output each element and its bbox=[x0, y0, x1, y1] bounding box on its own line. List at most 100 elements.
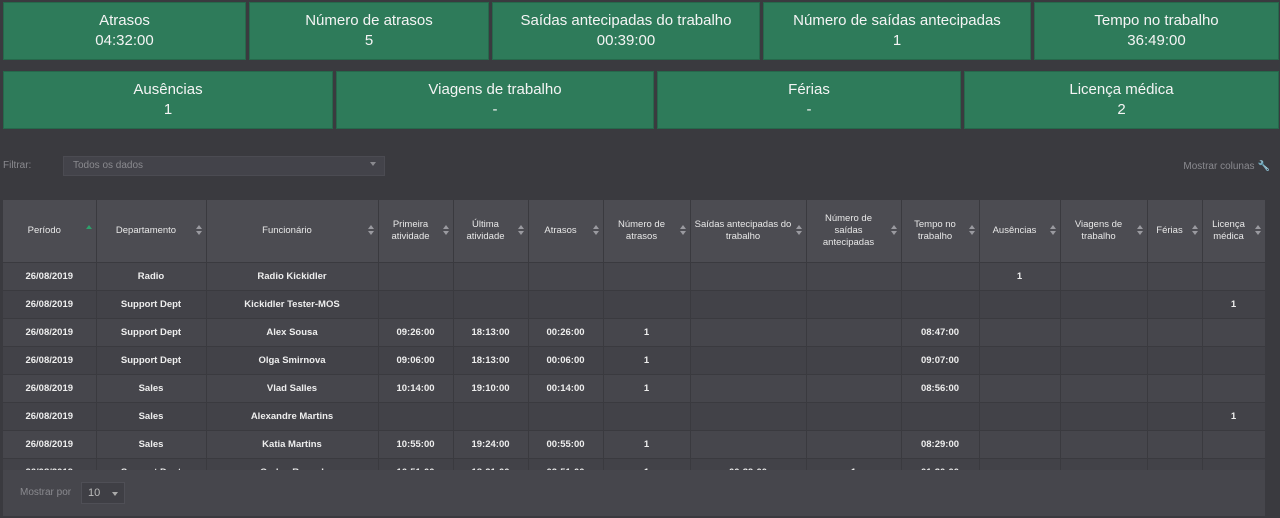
table-cell-time-at-work: 08:29:00 bbox=[901, 430, 980, 459]
table-cell-employee: Alexandre Martins bbox=[206, 402, 379, 431]
table-cell-time-at-work: 08:56:00 bbox=[901, 374, 980, 403]
table-cell-vacation bbox=[1147, 262, 1203, 291]
table-cell-first-activity bbox=[378, 262, 454, 291]
column-header-lateness[interactable]: Atrasos bbox=[528, 200, 604, 263]
table-row: 26/08/2019 Radio Radio Kickidler 1 bbox=[3, 262, 1266, 291]
table-cell-employee: Katia Martins bbox=[206, 430, 379, 459]
table-header-row: Período Departamento Funcionário Primeira a… bbox=[3, 200, 1266, 263]
column-header-employee[interactable]: Funcionário bbox=[206, 200, 379, 263]
table-cell-lateness-count: 1 bbox=[603, 374, 691, 403]
sort-icon bbox=[795, 225, 802, 237]
column-header-early-leave[interactable]: Saídas antecipadas do trabalho bbox=[690, 200, 807, 263]
column-header-department[interactable]: Departamento bbox=[96, 200, 207, 263]
wrench-icon: 🔧 bbox=[1257, 161, 1270, 172]
column-header-label: Tempo no trabalho bbox=[914, 219, 956, 242]
table-cell-absences: 1 bbox=[979, 262, 1061, 291]
table-cell-vacation bbox=[1147, 318, 1203, 347]
table-cell-lateness bbox=[528, 290, 604, 319]
table-cell-early-leave bbox=[690, 262, 807, 291]
table-body: 26/08/2019 Radio Radio Kickidler 1 26/08/201… bbox=[3, 262, 1266, 486]
column-header-early-leave-count[interactable]: Número de saídas antecipadas bbox=[806, 200, 902, 263]
table-cell-lateness-count bbox=[603, 262, 691, 291]
column-header-vacation[interactable]: Férias bbox=[1147, 200, 1203, 263]
table-cell-business-trips bbox=[1060, 346, 1148, 375]
sort-icon bbox=[195, 225, 202, 237]
card-value: 2 bbox=[1117, 101, 1126, 118]
table-cell-absences bbox=[979, 430, 1061, 459]
page-size-label: Mostrar por bbox=[20, 487, 72, 498]
column-header-period[interactable]: Período bbox=[3, 200, 97, 263]
sort-icon bbox=[1136, 225, 1143, 237]
table-cell-last-activity: 18:13:00 bbox=[453, 318, 529, 347]
table-cell-last-activity: 19:24:00 bbox=[453, 430, 529, 459]
table-cell-period: 26/08/2019 bbox=[3, 430, 97, 459]
column-header-absences[interactable]: Ausências bbox=[979, 200, 1061, 263]
sort-icon bbox=[1191, 225, 1198, 237]
summary-card-absences: Ausências 1 bbox=[3, 71, 333, 129]
sort-icon bbox=[679, 225, 686, 237]
card-label: Número de saídas antecipadas bbox=[793, 12, 1001, 29]
table-cell-sick-leave bbox=[1202, 346, 1266, 375]
table-cell-employee: Olga Smirnova bbox=[206, 346, 379, 375]
table-cell-early-leave-count bbox=[806, 346, 902, 375]
column-header-sick-leave[interactable]: Licença médica bbox=[1202, 200, 1266, 263]
table-cell-business-trips bbox=[1060, 430, 1148, 459]
scrollbar-track[interactable] bbox=[1265, 200, 1280, 518]
table-cell-time-at-work: 08:47:00 bbox=[901, 318, 980, 347]
table-cell-early-leave bbox=[690, 290, 807, 319]
table-cell-sick-leave: 1 bbox=[1202, 290, 1266, 319]
table-cell-department: Sales bbox=[96, 374, 207, 403]
page-size-select[interactable]: 10 bbox=[81, 482, 125, 504]
table-cell-period: 26/08/2019 bbox=[3, 374, 97, 403]
summary-card-sick-leave: Licença médica 2 bbox=[964, 71, 1279, 129]
table-cell-lateness-count: 1 bbox=[603, 346, 691, 375]
show-columns-button[interactable]: Mostrar colunas 🔧 bbox=[1183, 161, 1270, 172]
column-header-last-activity[interactable]: Última atividade bbox=[453, 200, 529, 263]
table-cell-early-leave-count bbox=[806, 374, 902, 403]
table-cell-absences bbox=[979, 346, 1061, 375]
column-header-business-trips[interactable]: Viagens de trabalho bbox=[1060, 200, 1148, 263]
card-label: Licença médica bbox=[1069, 81, 1174, 98]
table-cell-lateness bbox=[528, 262, 604, 291]
card-value: - bbox=[492, 101, 498, 118]
table-cell-lateness: 00:14:00 bbox=[528, 374, 604, 403]
table-cell-last-activity: 18:13:00 bbox=[453, 346, 529, 375]
table-cell-early-leave-count bbox=[806, 402, 902, 431]
table-cell-vacation bbox=[1147, 402, 1203, 431]
column-header-first-activity[interactable]: Primeira atividade bbox=[378, 200, 454, 263]
table-cell-first-activity: 10:55:00 bbox=[378, 430, 454, 459]
report-table: Período Departamento Funcionário Primeira a… bbox=[3, 200, 1266, 486]
column-header-lateness-count[interactable]: Número de atrasos bbox=[603, 200, 691, 263]
table-cell-last-activity bbox=[453, 402, 529, 431]
table-cell-period: 26/08/2019 bbox=[3, 402, 97, 431]
filter-select[interactable]: Todos os dados bbox=[63, 156, 385, 176]
table-cell-early-leave-count bbox=[806, 318, 902, 347]
table-cell-sick-leave bbox=[1202, 374, 1266, 403]
column-header-time-at-work[interactable]: Tempo no trabalho bbox=[901, 200, 980, 263]
table-row: 26/08/2019 Support Dept Olga Smirnova 09:06… bbox=[3, 346, 1266, 375]
table-cell-lateness-count bbox=[603, 402, 691, 431]
show-columns-label: Mostrar colunas bbox=[1183, 161, 1255, 172]
table-cell-business-trips bbox=[1060, 402, 1148, 431]
table-row: 26/08/2019 Sales Katia Martins 10:55:00 19:2… bbox=[3, 430, 1266, 459]
column-header-label: Número de atrasos bbox=[618, 219, 665, 242]
table-cell-lateness: 00:06:00 bbox=[528, 346, 604, 375]
table-cell-department: Radio bbox=[96, 262, 207, 291]
column-header-label: Número de saídas antecipadas bbox=[822, 213, 875, 248]
column-header-label: Viagens de trabalho bbox=[1074, 219, 1123, 242]
table-cell-first-activity: 09:26:00 bbox=[378, 318, 454, 347]
summary-card-time-at-work: Tempo no trabalho 36:49:00 bbox=[1034, 2, 1279, 60]
table-cell-last-activity bbox=[453, 290, 529, 319]
filter-label: Filtrar: bbox=[3, 160, 32, 171]
card-value: 00:39:00 bbox=[596, 32, 656, 49]
table-cell-department: Sales bbox=[96, 402, 207, 431]
table-cell-employee: Kickidler Tester-MOS bbox=[206, 290, 379, 319]
table-cell-lateness-count: 1 bbox=[603, 430, 691, 459]
summary-card-early-leave-count: Número de saídas antecipadas 1 bbox=[763, 2, 1031, 60]
card-value: 1 bbox=[892, 32, 902, 49]
card-label: Férias bbox=[788, 81, 830, 98]
card-value: - bbox=[806, 101, 812, 118]
table-cell-early-leave-count bbox=[806, 290, 902, 319]
column-header-label: Funcionário bbox=[262, 225, 312, 236]
card-label: Número de atrasos bbox=[305, 12, 433, 29]
